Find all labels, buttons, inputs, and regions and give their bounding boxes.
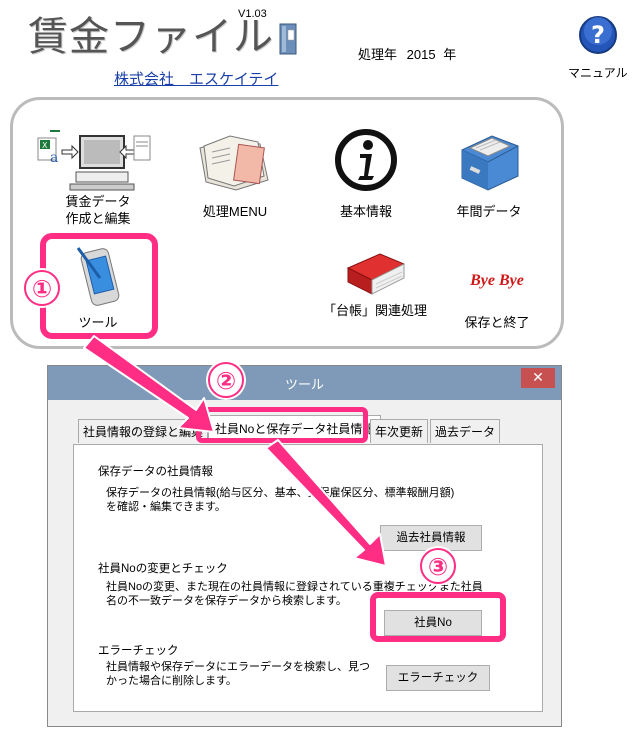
tab-annual-update[interactable]: 年次更新 (370, 419, 429, 443)
processing-menu-label[interactable]: 処理MENU (188, 203, 282, 220)
info-icon[interactable] (334, 128, 398, 192)
year-value: 2015 (406, 47, 436, 62)
error-check-desc-line1: 社員情報や保存データにエラーデータを検索し、見つ (106, 661, 370, 673)
save-exit-label[interactable]: 保存と終了 (452, 314, 542, 331)
binder-icon (278, 22, 300, 56)
wage-data-label-line2: 作成と編集 (65, 211, 131, 226)
close-icon[interactable]: ✕ (521, 368, 555, 388)
tool-label[interactable]: ツール (66, 314, 130, 331)
help-icon[interactable]: ? (578, 15, 618, 55)
tab-past-data[interactable]: 過去データ (430, 419, 501, 443)
svg-text:a: a (50, 150, 58, 166)
error-check-desc-line2: かった場合に削除します。 (106, 675, 237, 687)
wage-data-edit-icon[interactable]: X a (36, 128, 154, 192)
step-3-badge: ③ (420, 548, 456, 584)
tool-pda-icon[interactable] (74, 244, 124, 308)
svg-text:X: X (42, 141, 48, 150)
saved-employee-desc-line2: を確認・編集できます。 (106, 501, 226, 513)
basic-info-label[interactable]: 基本情報 (324, 203, 408, 220)
step-2-badge: ② (208, 362, 244, 398)
file-cabinet-icon[interactable] (454, 128, 524, 192)
saved-employee-section-desc: 保存データの社員情報(給与区分、基本、労保雇保区分、標準報酬月額) を確認・編集… (106, 486, 454, 514)
wage-data-edit-label[interactable]: 賃金データ 作成と編集 (46, 193, 150, 227)
version-label: V1.03 (238, 8, 267, 20)
processing-menu-icon[interactable] (190, 128, 280, 192)
annual-data-label[interactable]: 年間データ (446, 203, 532, 220)
employee-no-section-title: 社員Noの変更とチェック (98, 563, 228, 575)
error-check-button[interactable]: エラーチェック (386, 665, 490, 691)
saved-employee-section-title: 保存データの社員情報 (98, 466, 213, 478)
saved-employee-desc-line1: 保存データの社員情報(給与区分、基本、労保雇保区分、標準報酬月額) (106, 487, 455, 499)
error-check-section-desc: 社員情報や保存データにエラーデータを検索し、見つ かった場合に削除します。 (106, 660, 370, 688)
tab-panel: 保存データの社員情報 保存データの社員情報(給与区分、基本、労保雇保区分、標準報… (73, 444, 543, 712)
svg-text:?: ? (591, 21, 605, 49)
ledger-label[interactable]: 「台帳」関連処理 (310, 302, 440, 319)
year-label: 処理年 (358, 47, 398, 62)
company-link[interactable]: 株式会社 エスケイテイ (114, 68, 278, 89)
bye-bye-logo[interactable]: Bye Bye (460, 272, 534, 290)
past-employee-info-button[interactable]: 過去社員情報 (380, 525, 482, 551)
tab-highlight-box (196, 407, 368, 443)
red-binder-icon[interactable] (344, 250, 408, 296)
error-check-section-title: エラーチェック (98, 645, 179, 657)
step-1-badge: ① (24, 270, 60, 306)
tab-employee-info[interactable]: 社員情報の登録と編集 (78, 419, 209, 443)
processing-year: 処理年 2015 年 (358, 44, 456, 63)
manual-label[interactable]: マニュアル (568, 64, 628, 81)
employee-no-highlight-box (370, 592, 506, 642)
dialog-title: ツール (284, 377, 324, 392)
year-suffix: 年 (443, 47, 457, 62)
wage-data-label-line1: 賃金データ (65, 194, 131, 209)
